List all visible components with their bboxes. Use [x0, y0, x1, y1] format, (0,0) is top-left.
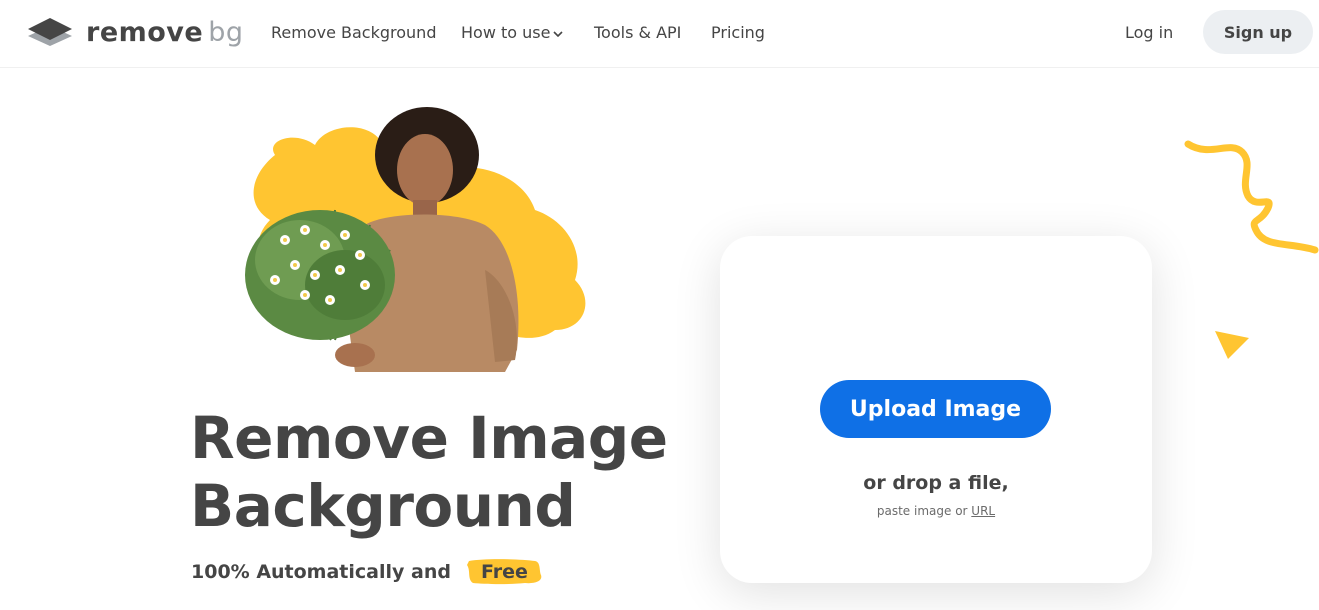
squiggle-decoration	[1184, 140, 1319, 254]
free-label: Free	[480, 561, 528, 583]
hero-title-line1: Remove Image	[190, 404, 668, 472]
nav-tools-api[interactable]: Tools & API	[594, 22, 681, 44]
paste-image-hint: paste image or URL	[720, 504, 1152, 518]
hero-title-line2: Background	[190, 472, 576, 540]
paste-prefix: paste image or	[876, 504, 968, 518]
upload-image-button[interactable]: Upload Image	[820, 380, 1051, 438]
nav-how-to-use-label: How to use	[461, 23, 551, 42]
chevron-down-icon	[553, 30, 564, 37]
top-navbar: remove bg Remove Background How to use To…	[0, 0, 1319, 68]
nav-how-to-use[interactable]: How to use	[461, 22, 564, 44]
hero-subtitle: 100% Automatically and Free	[191, 557, 544, 587]
drop-file-text: or drop a file,	[863, 472, 1009, 494]
upload-card[interactable]: Upload Image or drop a file, paste image…	[720, 236, 1152, 583]
url-link[interactable]: URL	[971, 504, 995, 518]
nav-pricing[interactable]: Pricing	[711, 22, 765, 44]
logo-bg: bg	[208, 16, 244, 48]
free-highlight: Free	[465, 557, 544, 587]
triangle-decoration	[1215, 331, 1249, 359]
signup-button[interactable]: Sign up	[1203, 10, 1313, 54]
logo[interactable]: remove bg	[28, 14, 244, 50]
hero-title: Remove Image Background	[190, 404, 710, 540]
layers-logo-icon	[28, 18, 72, 46]
nav-remove-background[interactable]: Remove Background	[271, 22, 436, 44]
hero-subtitle-text: 100% Automatically and	[191, 561, 451, 583]
hero-illustration	[245, 107, 586, 372]
login-link[interactable]: Log in	[1125, 22, 1173, 44]
logo-remove: remove	[86, 16, 204, 48]
logo-wordmark: remove bg	[86, 19, 244, 46]
